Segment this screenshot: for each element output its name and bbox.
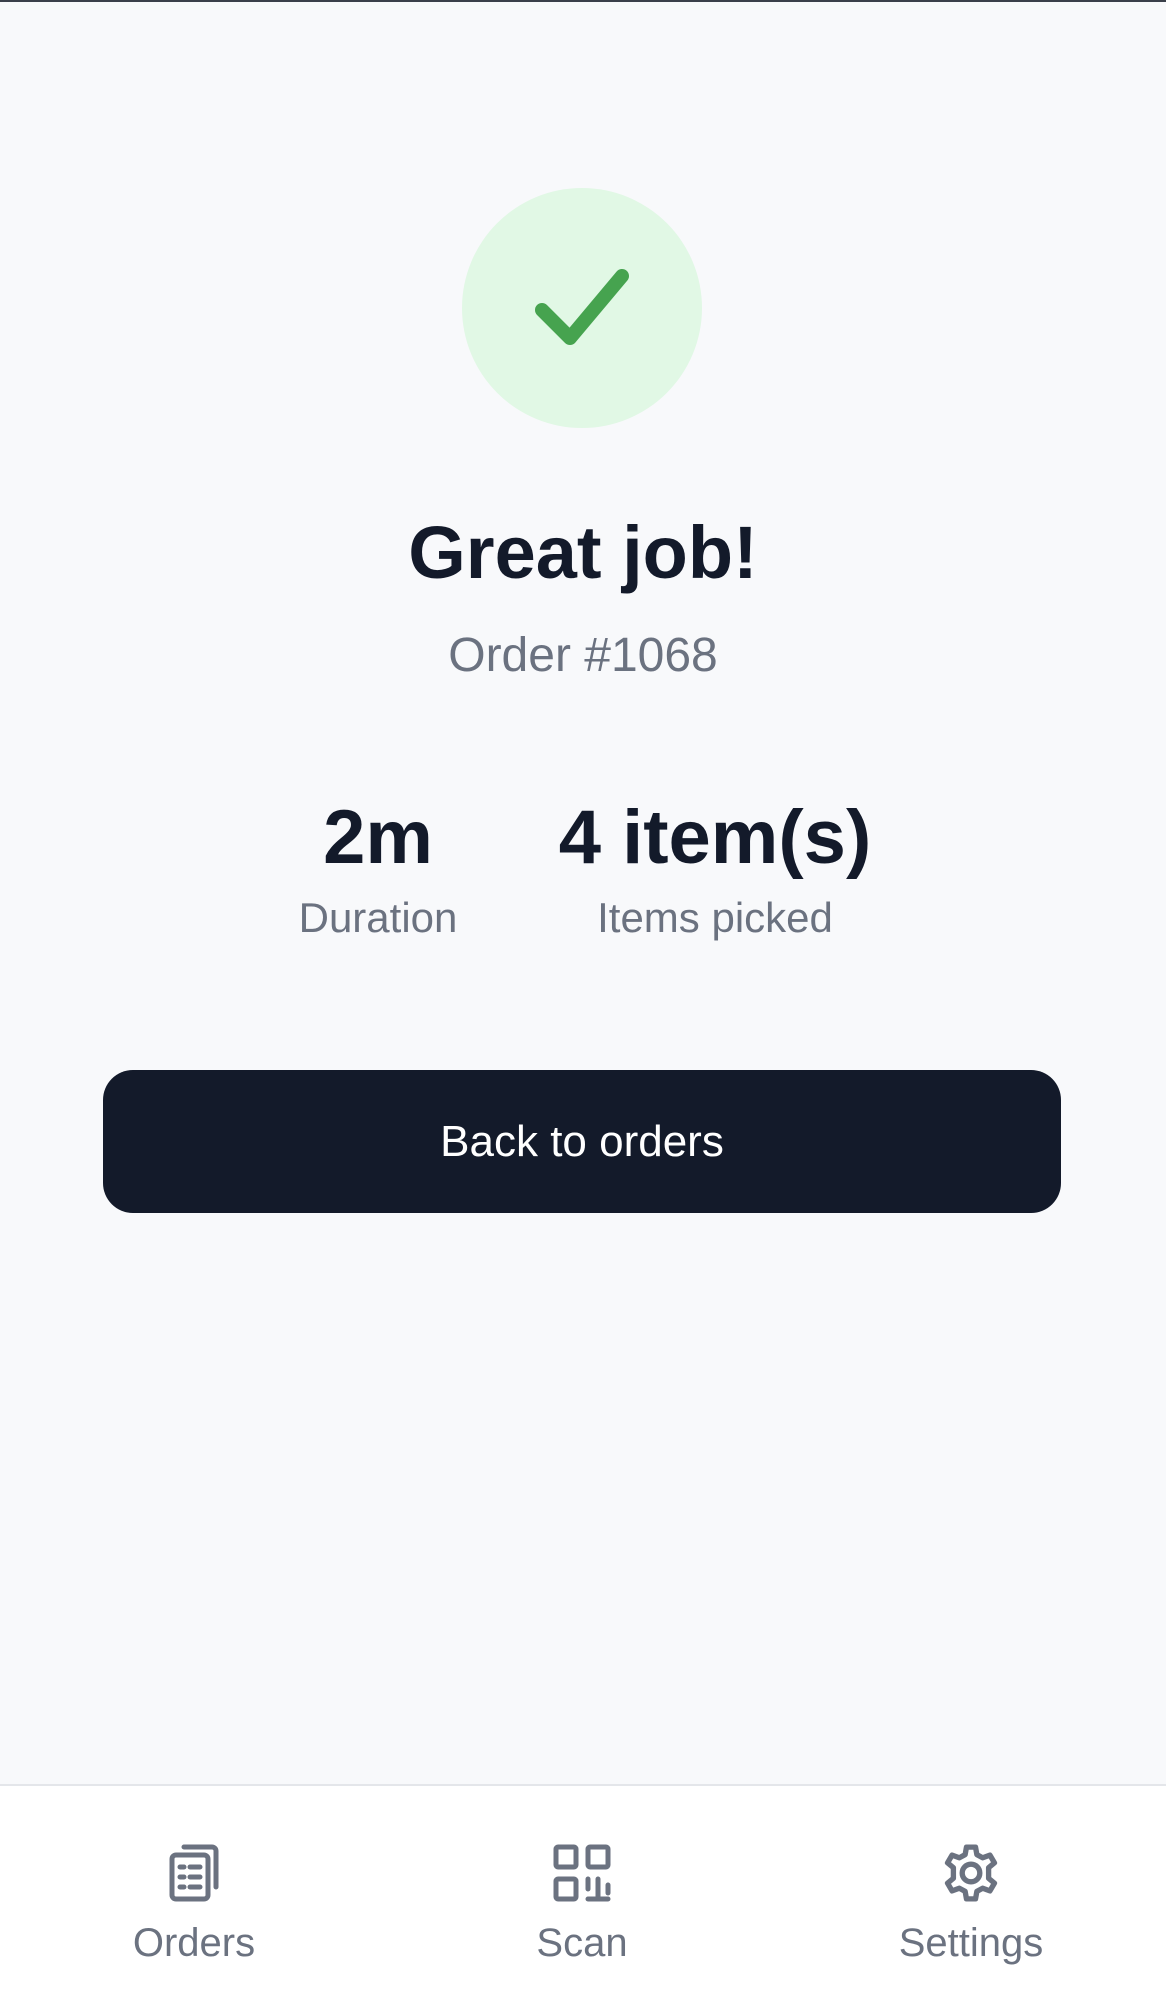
duration-label: Duration (298, 894, 458, 941)
completion-title: Great job! (408, 511, 758, 594)
qr-code-icon (553, 1844, 611, 1902)
clipboard-list-icon (169, 1844, 219, 1902)
bottom-navigation: Orders Scan Settings (0, 1784, 1166, 2000)
items-picked-stat: 4 item(s) Items picked (540, 790, 890, 946)
nav-item-settings[interactable]: Settings (776, 1786, 1166, 2000)
nav-item-scan[interactable]: Scan (388, 1786, 776, 2000)
success-badge (462, 188, 702, 428)
nav-label-orders: Orders (132, 1921, 256, 1965)
gear-icon (944, 1844, 998, 1902)
nav-item-orders[interactable]: Orders (0, 1786, 388, 2000)
nav-label-settings: Settings (898, 1921, 1044, 1965)
order-number: Order #1068 (448, 629, 718, 682)
items-picked-value: 4 item(s) (558, 795, 872, 880)
nav-label-scan: Scan (536, 1921, 628, 1965)
duration-value: 2m (323, 795, 433, 880)
checkmark-icon (535, 269, 629, 345)
items-picked-label: Items picked (597, 894, 833, 941)
duration-stat: 2m Duration (278, 790, 478, 946)
completion-screen: Great job! Order #1068 2m Duration 4 ite… (0, 0, 1166, 1784)
back-to-orders-button[interactable]: Back to orders (103, 1070, 1061, 1213)
